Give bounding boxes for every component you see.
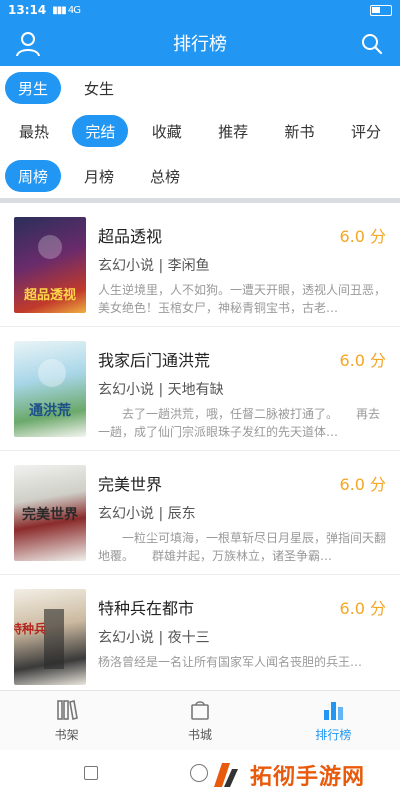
book-title: 超品透视 bbox=[98, 227, 163, 246]
nav-tab-bookstore[interactable]: 书城 bbox=[133, 691, 266, 750]
period-tab-weekly[interactable]: 周榜 bbox=[5, 160, 61, 192]
type-tab-completed[interactable]: 完结 bbox=[72, 115, 129, 147]
book-title: 我家后门通洪荒 bbox=[98, 351, 211, 370]
status-bar: 13:14 ▮▮▮ 4G bbox=[0, 0, 400, 20]
type-tab-recommended[interactable]: 推荐 bbox=[205, 115, 261, 147]
book-category: 玄幻小说 bbox=[98, 506, 154, 522]
bookshelf-icon bbox=[56, 700, 78, 720]
bottom-nav: 书架 书城 排行榜 bbox=[0, 690, 400, 750]
nav-label: 书架 bbox=[54, 728, 79, 742]
book-score: 6.0 分 bbox=[339, 351, 386, 370]
site-watermark: 拓彻手游网 bbox=[208, 752, 400, 798]
book-description: 人生逆境里，人不如狗。一遭天开眼，透视人间丑恶，美女绝色！玉棺女尸，神秘青铜宝书… bbox=[98, 283, 386, 315]
search-icon[interactable] bbox=[358, 30, 386, 58]
page-title: 排行榜 bbox=[173, 34, 227, 55]
period-filter: 周榜 月榜 总榜 bbox=[0, 154, 400, 198]
book-author: 辰东 bbox=[167, 506, 196, 522]
type-tab-favorites[interactable]: 收藏 bbox=[139, 115, 195, 147]
ranking-icon bbox=[324, 702, 344, 720]
recent-apps-icon[interactable] bbox=[84, 766, 98, 780]
type-tab-new[interactable]: 新书 bbox=[272, 115, 328, 147]
book-meta: 玄幻小说 | 天地有缺 bbox=[98, 382, 224, 398]
signal-icon: ▮▮▮ 4G bbox=[52, 4, 81, 16]
book-title: 特种兵在都市 bbox=[98, 599, 195, 618]
gender-tab-male[interactable]: 男生 bbox=[5, 72, 61, 104]
status-time: 13:14 bbox=[8, 3, 47, 17]
type-tab-rating[interactable]: 评分 bbox=[338, 115, 394, 147]
period-tab-monthly[interactable]: 月榜 bbox=[71, 160, 127, 192]
nav-tab-ranking[interactable]: 排行榜 bbox=[267, 691, 400, 750]
type-filter: 最热 完结 收藏 推荐 新书 评分 bbox=[0, 109, 400, 153]
signal-label: 4G bbox=[67, 4, 81, 16]
type-tab-hottest[interactable]: 最热 bbox=[6, 115, 62, 147]
book-category: 玄幻小说 bbox=[98, 382, 154, 398]
book-cover: 通洪荒 bbox=[14, 341, 86, 437]
book-meta: 玄幻小说 | 夜十三 bbox=[98, 630, 210, 646]
cover-title: 特种兵 bbox=[14, 621, 46, 636]
nav-label: 排行榜 bbox=[315, 728, 352, 742]
book-description: 杨洛曾经是一名让所有国家军人闻名丧胆的兵王… bbox=[98, 655, 363, 669]
cover-title: 超品透视 bbox=[24, 287, 76, 303]
book-score: 6.0 分 bbox=[339, 475, 386, 494]
book-item[interactable]: 完美世界 完美世界 6.0 分 玄幻小说 | 辰东 一粒尘可填海，一根草斩尽日月… bbox=[0, 451, 400, 575]
period-tab-all[interactable]: 总榜 bbox=[137, 160, 193, 192]
book-cover: 超品透视 bbox=[14, 217, 86, 313]
nav-label: 书城 bbox=[187, 728, 212, 742]
book-description: 去了一趟洪荒，哦，任督二脉被打通了。 再去一趟，成了仙门宗派眼珠子发红的先天道体… bbox=[98, 407, 381, 439]
book-author: 天地有缺 bbox=[167, 382, 224, 398]
book-author: 夜十三 bbox=[167, 630, 210, 646]
battery-icon bbox=[370, 4, 392, 16]
book-cover: 特种兵 bbox=[14, 589, 86, 685]
book-cover: 完美世界 bbox=[14, 465, 86, 561]
book-item[interactable]: 特种兵 特种兵在都市 6.0 分 玄幻小说 | 夜十三 杨洛曾经是一名让所有国家… bbox=[0, 575, 400, 690]
user-icon[interactable] bbox=[14, 30, 42, 58]
book-title: 完美世界 bbox=[98, 475, 163, 494]
book-score: 6.0 分 bbox=[339, 227, 386, 246]
watermark-text: 拓彻手游网 bbox=[250, 765, 366, 790]
nav-tab-bookshelf[interactable]: 书架 bbox=[0, 691, 133, 750]
book-meta: 玄幻小说 | 李闲鱼 bbox=[98, 258, 210, 274]
home-icon[interactable] bbox=[190, 764, 208, 782]
book-description: 一粒尘可填海，一根草斩尽日月星辰，弹指间天翻地覆。 群雄并起，万族林立，诸圣争霸… bbox=[98, 531, 386, 563]
book-score: 6.0 分 bbox=[339, 599, 386, 618]
book-list: 超品透视 超品透视 6.0 分 玄幻小说 | 李闲鱼 人生逆境里，人不如狗。一遭… bbox=[0, 203, 400, 690]
book-category: 玄幻小说 bbox=[98, 258, 154, 274]
book-category: 玄幻小说 bbox=[98, 630, 154, 646]
cover-title: 通洪荒 bbox=[29, 402, 71, 419]
book-item[interactable]: 通洪荒 我家后门通洪荒 6.0 分 玄幻小说 | 天地有缺 去了一趟洪荒，哦，任… bbox=[0, 327, 400, 451]
bag-icon bbox=[191, 701, 209, 720]
book-author: 李闲鱼 bbox=[167, 258, 210, 274]
app-bar: 排行榜 bbox=[0, 20, 400, 66]
book-meta: 玄幻小说 | 辰东 bbox=[98, 506, 196, 522]
gender-filter: 男生 女生 bbox=[0, 66, 400, 110]
gender-tab-female[interactable]: 女生 bbox=[71, 72, 127, 104]
book-item[interactable]: 超品透视 超品透视 6.0 分 玄幻小说 | 李闲鱼 人生逆境里，人不如狗。一遭… bbox=[0, 203, 400, 327]
cover-title: 完美世界 bbox=[22, 506, 79, 523]
watermark-logo-icon bbox=[214, 763, 238, 787]
